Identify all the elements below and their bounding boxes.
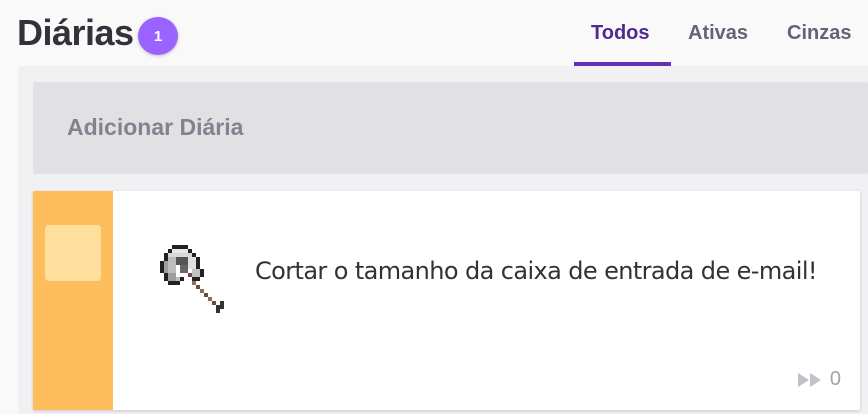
add-daily-placeholder: Adicionar Diária — [67, 114, 244, 140]
task-checkbox[interactable] — [45, 225, 101, 281]
tab-ativas[interactable]: Ativas — [688, 22, 748, 45]
fast-forward-icon — [797, 372, 821, 387]
task-title: Cortar o tamanho da caixa de entrada de … — [255, 257, 818, 285]
page-title: Diárias — [17, 12, 134, 53]
task-card[interactable]: Cortar o tamanho da caixa de entrada de … — [33, 191, 860, 410]
tab-todos[interactable]: Todos — [591, 22, 650, 45]
tab-cinzas[interactable]: Cinzas — [787, 22, 851, 45]
axe-icon — [160, 245, 224, 313]
streak-count: 0 — [829, 368, 841, 390]
count-badge: 1 — [138, 17, 178, 55]
header: Diárias 1 Todos Ativas Cinzas — [0, 0, 868, 66]
streak-counter: 0 — [797, 368, 841, 391]
task-control-bar — [33, 191, 113, 410]
